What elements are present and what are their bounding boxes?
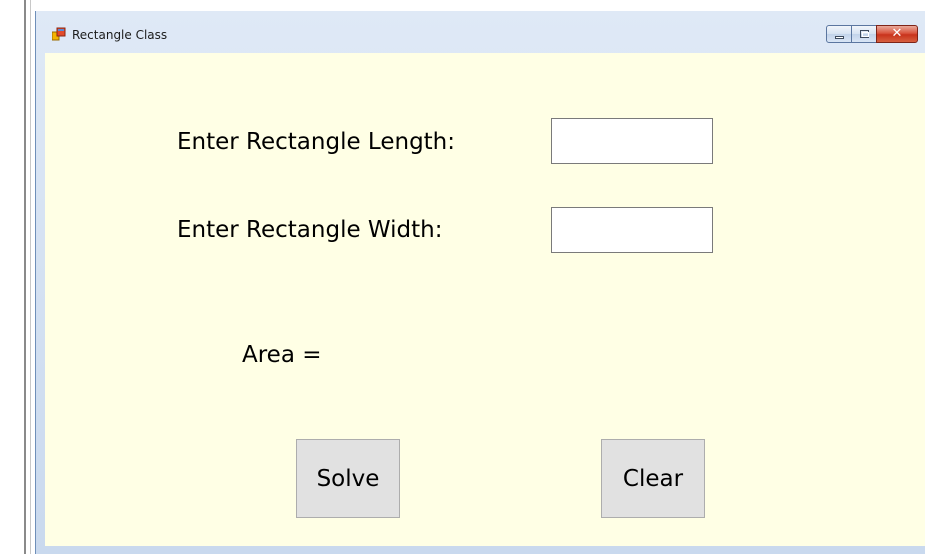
minimize-button[interactable] xyxy=(826,25,852,43)
area-label: Area = xyxy=(242,342,322,368)
form-client-area: Enter Rectangle Length: Enter Rectangle … xyxy=(45,53,925,546)
form-window-icon xyxy=(52,27,66,41)
close-button[interactable]: ✕ xyxy=(876,25,918,43)
background-window-edge xyxy=(0,0,36,554)
width-input[interactable] xyxy=(551,207,713,253)
solve-button[interactable]: Solve xyxy=(296,439,400,518)
edge-divider xyxy=(24,0,26,554)
title-bar[interactable]: Rectangle Class ✕ xyxy=(36,11,925,53)
maximize-button[interactable] xyxy=(851,25,877,43)
close-icon: ✕ xyxy=(891,26,903,41)
rectangle-class-window: Rectangle Class ✕ Enter Rectangle Length… xyxy=(35,11,925,554)
width-label: Enter Rectangle Width: xyxy=(177,217,443,243)
window-title: Rectangle Class xyxy=(72,28,168,42)
clear-button[interactable]: Clear xyxy=(601,439,705,518)
length-input[interactable] xyxy=(551,118,713,164)
length-label: Enter Rectangle Length: xyxy=(177,129,456,155)
maximize-icon xyxy=(860,30,869,38)
edge-divider-light xyxy=(30,0,31,554)
minimize-icon xyxy=(835,36,844,39)
